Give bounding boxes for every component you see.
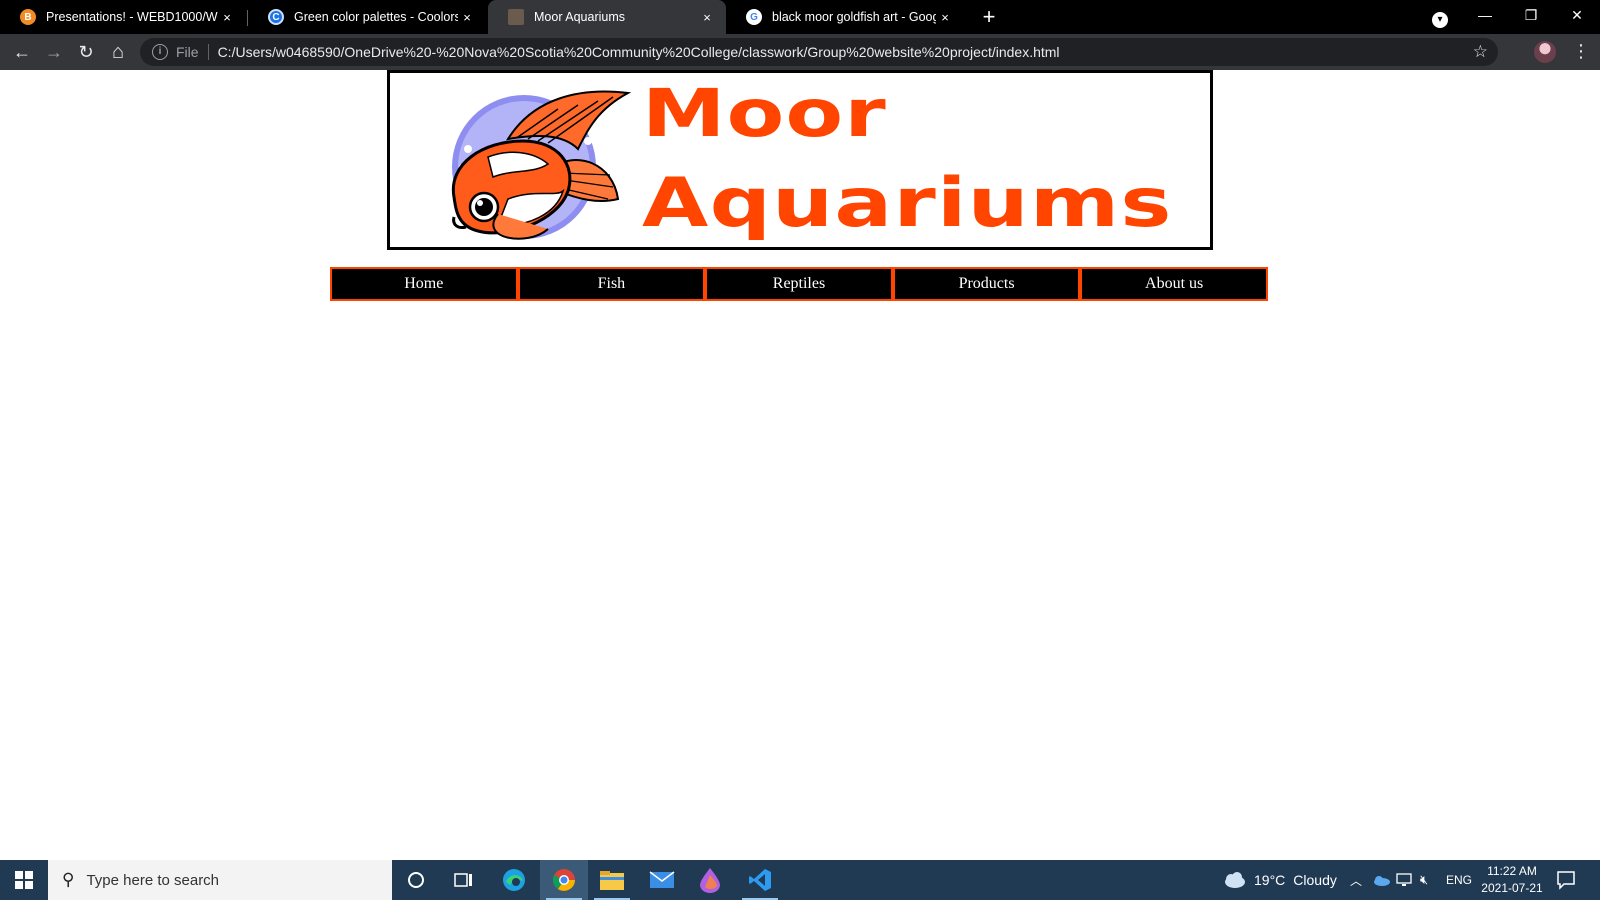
edge-icon[interactable] bbox=[490, 860, 538, 900]
profile-avatar[interactable] bbox=[1534, 41, 1556, 63]
language-indicator[interactable]: ENG bbox=[1446, 860, 1472, 900]
forward-button[interactable]: → bbox=[39, 37, 69, 67]
address-bar[interactable]: i File C:/Users/w0468590/OneDrive%20-%20… bbox=[140, 38, 1498, 66]
vscode-icon[interactable] bbox=[736, 860, 784, 900]
paint-drop-icon[interactable] bbox=[686, 860, 734, 900]
close-tab-icon[interactable]: × bbox=[218, 10, 236, 25]
nav-fish[interactable]: Fish bbox=[517, 267, 706, 301]
brand-title-line2: Aquariums bbox=[642, 164, 1173, 243]
taskbar-clock[interactable]: 11:22 AM 2021-07-21 bbox=[1474, 863, 1550, 897]
nav-reptiles[interactable]: Reptiles bbox=[705, 267, 893, 301]
weather-widget[interactable]: 19°C Cloudy bbox=[1222, 860, 1337, 900]
search-placeholder: Type here to search bbox=[86, 871, 220, 889]
coolors-favicon-icon: C bbox=[268, 9, 284, 25]
tab-presentations[interactable]: B Presentations! - WEBD1000/Web × bbox=[0, 0, 246, 34]
close-tab-icon[interactable]: × bbox=[936, 10, 954, 25]
tab-coolors[interactable]: C Green color palettes - Coolors × bbox=[248, 0, 486, 34]
minimize-button[interactable]: — bbox=[1462, 0, 1508, 30]
web-page: Moor Aquariums Home Fish Reptiles Produc… bbox=[0, 70, 1600, 859]
tab-title: black moor goldfish art - Google bbox=[772, 10, 936, 24]
show-hidden-icons-chevron-icon[interactable]: ︿ bbox=[1350, 860, 1362, 900]
blackboard-favicon-icon: B bbox=[20, 9, 36, 25]
nav-about-us[interactable]: About us bbox=[1080, 267, 1268, 301]
tab-google-search[interactable]: G black moor goldfish art - Google × bbox=[726, 0, 964, 34]
tab-moor-aquariums[interactable]: Moor Aquariums × bbox=[488, 0, 726, 34]
volume-muted-icon[interactable]: 🔇︎ bbox=[1420, 860, 1428, 900]
goldfish-logo-icon bbox=[451, 90, 632, 240]
task-view-icon[interactable] bbox=[440, 860, 488, 900]
main-nav: Home Fish Reptiles Products About us bbox=[330, 267, 1268, 301]
windows-logo-icon bbox=[15, 871, 33, 889]
start-button[interactable] bbox=[0, 860, 48, 900]
back-button[interactable]: ← bbox=[7, 37, 37, 67]
tab-title: Moor Aquariums bbox=[534, 10, 626, 24]
reload-button[interactable]: ↻ bbox=[71, 37, 101, 67]
page-favicon-icon bbox=[508, 9, 524, 25]
browser-toolbar: ← → ↻ ⌂ i File C:/Users/w0468590/OneDriv… bbox=[0, 34, 1600, 70]
chrome-icon[interactable] bbox=[540, 860, 588, 900]
restore-button[interactable]: ❐ bbox=[1508, 0, 1554, 30]
onedrive-icon[interactable] bbox=[1372, 860, 1390, 900]
file-explorer-icon[interactable] bbox=[588, 860, 636, 900]
brand-title-line1: Moor bbox=[642, 75, 888, 152]
windows-taskbar: ⚲ Type here to search 19°C Cloudy ︿ 🔇︎ E… bbox=[0, 860, 1600, 900]
browser-menu-icon[interactable]: ⋮ bbox=[1572, 38, 1590, 64]
omnibox-divider bbox=[207, 44, 209, 60]
weather-condition: Cloudy bbox=[1293, 872, 1337, 888]
site-info-icon[interactable]: i bbox=[152, 44, 168, 60]
cortana-icon[interactable] bbox=[392, 860, 440, 900]
notifications-icon[interactable] bbox=[1556, 870, 1578, 890]
weather-temp: 19°C bbox=[1254, 872, 1286, 888]
site-banner: Moor Aquariums bbox=[387, 70, 1213, 250]
google-favicon-icon: G bbox=[746, 9, 762, 25]
close-tab-icon[interactable]: × bbox=[698, 10, 716, 25]
clock-date: 2021-07-21 bbox=[1481, 881, 1543, 895]
cloud-icon bbox=[1225, 872, 1245, 888]
mail-icon[interactable] bbox=[638, 860, 686, 900]
tab-title: Green color palettes - Coolors bbox=[294, 10, 458, 24]
taskbar-search-input[interactable]: ⚲ Type here to search bbox=[48, 860, 392, 900]
scheme-label: File bbox=[176, 44, 199, 60]
bookmark-star-icon[interactable]: ☆ bbox=[1473, 42, 1488, 62]
close-window-button[interactable]: ✕ bbox=[1554, 0, 1600, 30]
home-button[interactable]: ⌂ bbox=[103, 37, 133, 67]
search-icon: ⚲ bbox=[62, 870, 75, 889]
url-text[interactable]: C:/Users/w0468590/OneDrive%20-%20Nova%20… bbox=[218, 44, 1060, 60]
new-tab-button[interactable]: + bbox=[976, 4, 1002, 30]
nav-products[interactable]: Products bbox=[892, 267, 1081, 301]
tab-strip: B Presentations! - WEBD1000/Web × C Gree… bbox=[0, 0, 1600, 34]
clock-time: 11:22 AM bbox=[1487, 864, 1537, 878]
close-tab-icon[interactable]: × bbox=[458, 10, 476, 25]
network-icon[interactable] bbox=[1396, 860, 1414, 900]
tab-title: Presentations! - WEBD1000/Web bbox=[46, 10, 218, 24]
nav-home[interactable]: Home bbox=[330, 267, 518, 301]
tab-search-icon[interactable]: ▾ bbox=[1418, 2, 1462, 32]
